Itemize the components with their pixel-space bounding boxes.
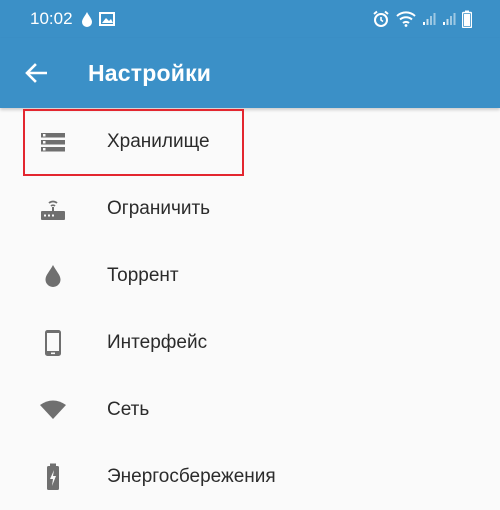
app-bar: Настройки bbox=[0, 38, 500, 108]
settings-list: Хранилище Ограничить Торрент Интерфейс С… bbox=[0, 108, 500, 510]
settings-item-interface[interactable]: Интерфейс bbox=[0, 309, 500, 376]
wifi-icon bbox=[38, 376, 68, 443]
battery-icon bbox=[462, 10, 472, 28]
back-button[interactable] bbox=[18, 55, 54, 91]
settings-item-label: Ограничить bbox=[107, 198, 211, 219]
router-icon bbox=[38, 175, 68, 242]
settings-item-storage[interactable]: Хранилище bbox=[0, 108, 500, 175]
settings-item-label: Сеть bbox=[107, 399, 150, 420]
signal-icon bbox=[422, 12, 436, 26]
status-right bbox=[372, 0, 472, 38]
alarm-icon bbox=[372, 10, 390, 28]
status-left: 10:02 bbox=[30, 9, 115, 29]
storage-icon bbox=[38, 108, 68, 175]
settings-item-limit[interactable]: Ограничить bbox=[0, 175, 500, 242]
phone-icon bbox=[38, 309, 68, 376]
page-title: Настройки bbox=[88, 60, 212, 86]
signal-icon bbox=[442, 12, 456, 26]
wifi-icon bbox=[396, 11, 416, 27]
settings-item-label: Интерфейс bbox=[107, 332, 208, 353]
status-time: 10:02 bbox=[30, 9, 73, 28]
drop-icon bbox=[81, 11, 93, 27]
drop-icon bbox=[38, 242, 68, 309]
settings-item-network[interactable]: Сеть bbox=[0, 376, 500, 443]
settings-item-label: Хранилище bbox=[107, 131, 210, 152]
image-icon bbox=[98, 12, 115, 26]
settings-item-torrent[interactable]: Торрент bbox=[0, 242, 500, 309]
settings-item-label: Торрент bbox=[107, 265, 179, 286]
status-bar: 10:02 bbox=[0, 0, 500, 38]
arrow-left-icon bbox=[25, 63, 47, 83]
